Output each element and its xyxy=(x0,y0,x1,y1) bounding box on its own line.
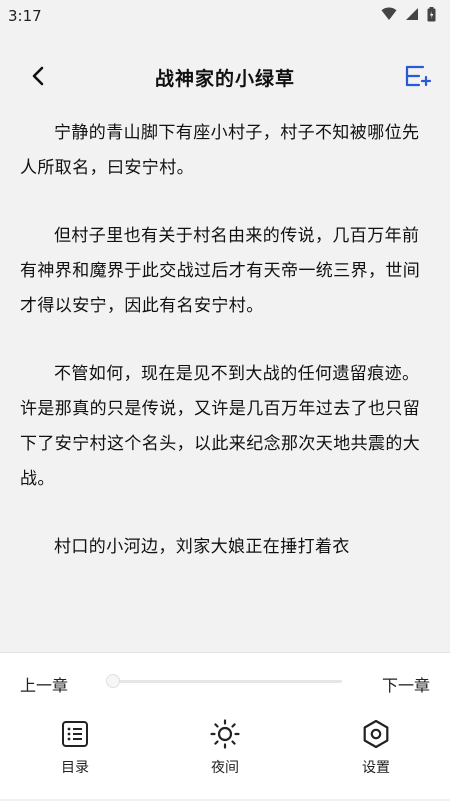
chapter-navigation: 上一章 下一章 xyxy=(0,653,450,711)
list-icon xyxy=(60,719,90,749)
prev-chapter-button[interactable]: 上一章 xyxy=(20,672,68,696)
chapter-progress-slider[interactable] xyxy=(106,674,342,688)
chevron-left-icon xyxy=(31,66,45,90)
tab-settings[interactable]: 设置 xyxy=(336,719,416,783)
chapter-content: 宁静的青山脚下有座小村子，村子不知被哪位先人所取名，曰安宁村。 但村子里也有关于… xyxy=(20,116,432,651)
sun-icon xyxy=(210,719,240,749)
battery-icon xyxy=(427,6,436,26)
add-to-shelf-button[interactable] xyxy=(402,64,432,92)
tab-label: 设置 xyxy=(362,760,390,776)
add-to-shelf-icon xyxy=(403,63,432,93)
cell-signal-icon xyxy=(405,7,419,25)
paragraph: 宁静的青山脚下有座小村子，村子不知被哪位先人所取名，曰安宁村。 xyxy=(20,123,420,178)
status-bar: 3:17 xyxy=(0,0,450,32)
paragraph: 村口的小河边，刘家大娘正在捶打着衣 xyxy=(54,537,350,557)
status-icons xyxy=(381,6,436,26)
paragraph: 不管如何，现在是见不到大战的任何遗留痕迹。许是那真的只是传说，又许是几百万年过去… xyxy=(20,364,421,489)
slider-knob[interactable] xyxy=(106,674,120,688)
tab-label: 目录 xyxy=(61,760,89,776)
hexagon-settings-icon xyxy=(361,719,391,749)
book-title: 战神家的小绿草 xyxy=(154,67,295,90)
reader-bottom-panel: 上一章 下一章 目录 夜间 设置 xyxy=(0,652,450,801)
paragraph: 但村子里也有关于村名由来的传说，几百万年前有神界和魔界于此交战过后才有天帝一统三… xyxy=(20,226,421,316)
tab-night-mode[interactable]: 夜间 xyxy=(185,719,265,783)
tab-table-of-contents[interactable]: 目录 xyxy=(35,719,115,783)
status-time: 3:17 xyxy=(8,7,42,25)
wifi-icon xyxy=(381,7,397,25)
reader-header: 战神家的小绿草 xyxy=(0,52,450,102)
back-button[interactable] xyxy=(24,64,52,92)
tab-label: 夜间 xyxy=(211,760,239,776)
next-chapter-button[interactable]: 下一章 xyxy=(382,672,430,696)
